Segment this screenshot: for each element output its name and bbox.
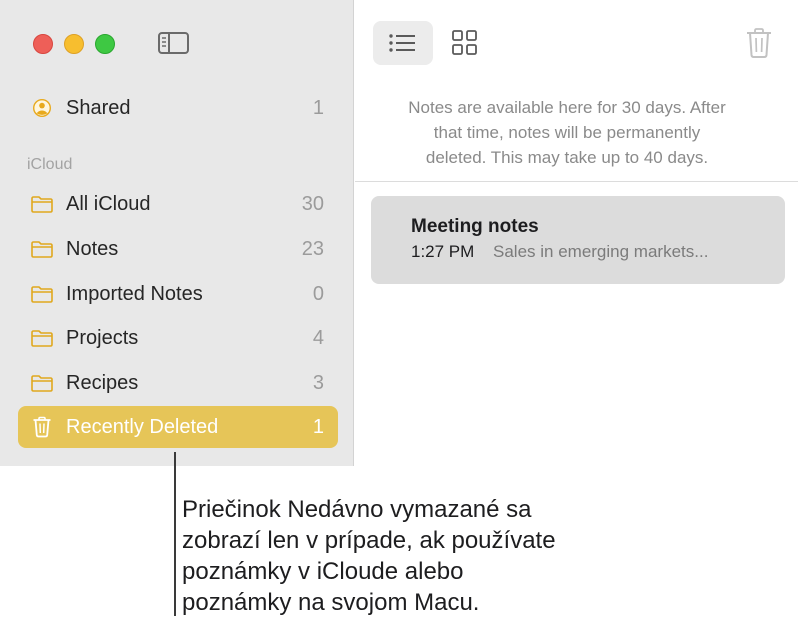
folder-icon — [31, 241, 53, 258]
maximize-window-button[interactable] — [95, 34, 115, 54]
sidebar-item-count: 1 — [312, 97, 324, 119]
sidebar-toggle-icon[interactable] — [157, 30, 191, 56]
sidebar-item-count: 1 — [312, 416, 324, 438]
callout-line-text: poznámky na svojom Macu. — [182, 589, 480, 616]
section-header-icloud: iCloud — [27, 156, 73, 173]
sidebar-item-imported-notes[interactable]: Imported Notes 0 — [18, 273, 338, 315]
info-line: that time, notes will be permanently — [433, 123, 701, 142]
sidebar: Shared 1 iCloud All iCloud 30 Notes 23 I… — [0, 0, 354, 466]
grid-view-icon — [452, 30, 477, 55]
sidebar-item-recently-deleted[interactable]: Recently Deleted 1 — [18, 406, 338, 448]
sidebar-item-label: Shared — [66, 97, 131, 119]
sidebar-item-recipes[interactable]: Recipes 3 — [18, 362, 338, 404]
sidebar-item-label: Notes — [66, 238, 119, 260]
sidebar-item-projects[interactable]: Projects 4 — [18, 317, 338, 359]
sidebar-item-notes[interactable]: Notes 23 — [18, 228, 338, 270]
folder-icon — [31, 196, 53, 213]
sidebar-item-label: Recently Deleted — [66, 416, 219, 438]
note-time: 1:27 PM — [411, 242, 475, 261]
trash-icon — [747, 28, 771, 58]
list-view-button[interactable] — [373, 21, 433, 65]
callout-text: Priečinok Nedávno vymazané sa zobrazí le… — [182, 494, 652, 618]
note-preview: Sales in emerging markets... — [493, 242, 709, 261]
folder-icon — [31, 286, 53, 303]
callout-line-text: poznámky v iCloude alebo — [182, 558, 464, 585]
sidebar-item-label: All iCloud — [66, 193, 151, 215]
info-line: deleted. This may take up to 40 days. — [425, 148, 709, 167]
minimize-window-button[interactable] — [64, 34, 84, 54]
gallery-view-button[interactable] — [436, 21, 496, 65]
note-title: Meeting notes — [411, 216, 539, 237]
sidebar-item-label: Imported Notes — [66, 283, 203, 305]
person-circle-icon — [33, 99, 51, 117]
sidebar-item-count: 3 — [312, 372, 324, 394]
callout-line-text: zobrazí len v prípade, ak používate — [182, 527, 556, 554]
callout-line — [174, 452, 176, 616]
delete-note-button[interactable] — [744, 27, 774, 59]
sidebar-item-count: 23 — [301, 238, 324, 260]
folder-icon — [31, 375, 53, 392]
sidebar-item-label: Recipes — [66, 372, 139, 394]
sidebar-item-count: 30 — [301, 193, 324, 215]
close-window-button[interactable] — [33, 34, 53, 54]
recently-deleted-info: Notes are available here for 30 days. Af… — [372, 95, 762, 170]
list-view-icon — [389, 34, 415, 52]
notes-window: Shared 1 iCloud All iCloud 30 Notes 23 I… — [0, 0, 798, 466]
sidebar-item-all-icloud[interactable]: All iCloud 30 — [18, 183, 338, 225]
callout-line-text: Priečinok Nedávno vymazané sa — [182, 496, 532, 523]
sidebar-item-label: Projects — [66, 327, 139, 349]
sidebar-item-count: 4 — [312, 327, 324, 349]
sidebar-item-shared[interactable]: Shared 1 — [18, 87, 338, 129]
info-line: Notes are available here for 30 days. Af… — [408, 98, 726, 117]
sidebar-item-count: 0 — [312, 283, 324, 305]
trash-icon — [33, 416, 51, 438]
note-list-item[interactable]: Meeting notes 1:27 PM Sales in emerging … — [371, 196, 785, 284]
divider — [355, 181, 798, 182]
folder-icon — [31, 330, 53, 347]
